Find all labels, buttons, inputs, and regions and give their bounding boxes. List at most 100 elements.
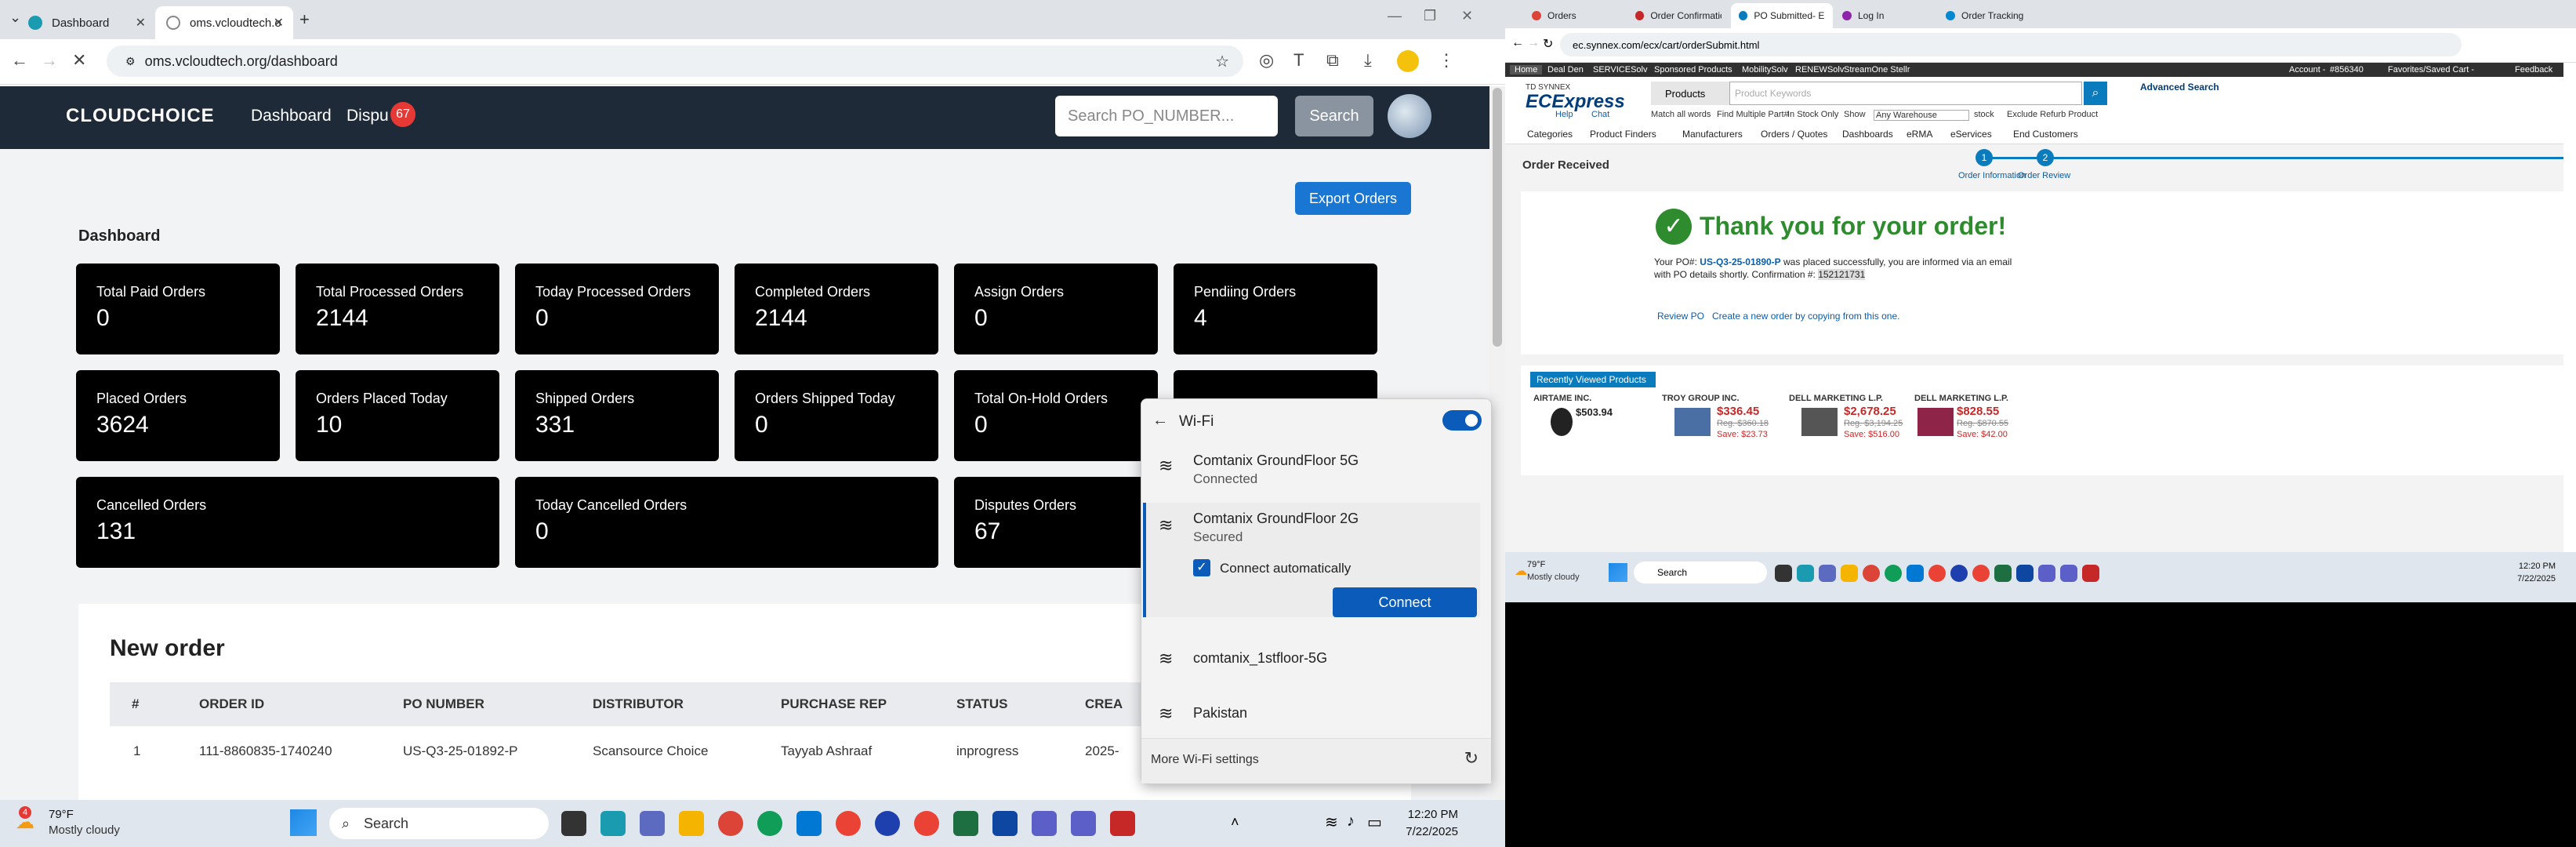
review-po-link[interactable]: Review PO: [1657, 311, 1704, 322]
teams-2-icon[interactable]: [2060, 565, 2077, 582]
back-arrow-icon[interactable]: ←: [1152, 412, 1168, 430]
topbar-mobilitysolv[interactable]: MobilitySolv: [1742, 65, 1788, 75]
nav-disputes[interactable]: Dispu: [346, 107, 389, 125]
ecexpress-logo[interactable]: ECExpress: [1526, 91, 1625, 113]
network-name[interactable]: Comtanix GroundFloor 2G: [1193, 511, 1359, 527]
more-wifi-settings-link[interactable]: More Wi-Fi settings: [1151, 753, 1259, 767]
topbar-account[interactable]: Account -: [2289, 65, 2325, 75]
chrome-profile-icon[interactable]: [1928, 565, 1946, 582]
stat-card-shipped[interactable]: Shipped Orders 331: [515, 370, 719, 461]
app-icon[interactable]: [1797, 565, 1814, 582]
po-search-input[interactable]: Search PO_NUMBER...: [1055, 96, 1278, 136]
export-orders-button[interactable]: Export Orders: [1295, 182, 1411, 215]
site-info-icon[interactable]: ⚙: [125, 55, 136, 68]
start-icon[interactable]: [1609, 563, 1627, 582]
tab-po-submitted[interactable]: PO Submitted- ECExpress -: [1731, 3, 1833, 28]
topbar-servicesolv[interactable]: SERVICESolv: [1593, 65, 1648, 75]
minimize-icon[interactable]: —: [1388, 8, 1402, 24]
nav-dashboard[interactable]: Dashboard: [251, 107, 332, 125]
search-category-select[interactable]: Products: [1651, 82, 1729, 105]
topbar-deal-den[interactable]: Deal Den: [1547, 65, 1584, 75]
weather-icon[interactable]: ☁: [1515, 563, 1527, 579]
stat-card-total-paid[interactable]: Total Paid Orders 0: [76, 264, 280, 354]
stat-card-total-processed[interactable]: Total Processed Orders 2144: [296, 264, 499, 354]
search-icon[interactable]: ⌕: [2084, 82, 2107, 105]
stat-card-shipped-today[interactable]: Orders Shipped Today 0: [735, 370, 938, 461]
excel-icon[interactable]: [1994, 565, 2012, 582]
extensions-puzzle-icon[interactable]: ⧉: [1326, 50, 1339, 71]
confirmation-number[interactable]: 152121731: [1818, 269, 1866, 280]
topbar-favorites[interactable]: Favorites/Saved Cart -: [2388, 65, 2474, 75]
product-search-input[interactable]: Product Keywords: [1729, 82, 2082, 105]
wifi-toggle[interactable]: [1442, 410, 1482, 431]
menu-orders-quotes[interactable]: Orders / Quotes: [1761, 129, 1827, 140]
stat-card-today-cancelled[interactable]: Today Cancelled Orders 0: [515, 477, 938, 568]
forward-icon[interactable]: →: [1527, 36, 1540, 50]
refresh-icon[interactable]: ↻: [1464, 748, 1478, 769]
product-image[interactable]: [1551, 408, 1573, 436]
topbar-renewsolv[interactable]: RENEWSolv: [1795, 65, 1844, 75]
tab-dashboard[interactable]: Dashboard ✕: [17, 6, 155, 39]
stat-card-cancelled[interactable]: Cancelled Orders 131: [76, 477, 499, 568]
network-name[interactable]: comtanix_1stfloor-5G: [1193, 650, 1327, 667]
url-field[interactable]: ec.synnex.com/ecx/cart/orderSubmit.html: [1560, 33, 2462, 56]
download-icon[interactable]: ⤓: [1364, 50, 1372, 71]
taskbar-time[interactable]: 12:20 PM: [2485, 562, 2556, 571]
stat-card-today-processed[interactable]: Today Processed Orders 0: [515, 264, 719, 354]
chat-link[interactable]: Chat: [1591, 110, 1609, 119]
new-tab-icon[interactable]: +: [299, 9, 310, 30]
menu-product-finders[interactable]: Product Finders: [1590, 129, 1656, 140]
topbar-streamone[interactable]: StreamOne Stellr: [1844, 65, 1910, 75]
teams-2-icon[interactable]: [1071, 811, 1096, 836]
help-link[interactable]: Help: [1555, 110, 1573, 119]
cloudchoice-logo[interactable]: CLOUDCHOICE: [66, 105, 215, 127]
product-image[interactable]: [1917, 408, 1954, 436]
app-icon[interactable]: [600, 811, 626, 836]
menu-dashboards[interactable]: Dashboards: [1842, 129, 1893, 140]
volume-icon[interactable]: ♪: [1347, 812, 1355, 831]
scrollbar-thumb[interactable]: [1493, 88, 1502, 347]
wifi-tray-icon[interactable]: ≋: [1325, 812, 1338, 832]
taskbar-search[interactable]: Search ⌕: [329, 808, 549, 839]
tab-order-tracking[interactable]: Order Tracking: [1938, 3, 2040, 28]
url-field[interactable]: ⚙ oms.vcloudtech.org/dashboard ☆: [107, 45, 1243, 77]
exclude-refurb-checkbox[interactable]: Exclude Refurb Product: [2007, 110, 2098, 119]
chrome-icon[interactable]: [718, 811, 743, 836]
stat-card-placed[interactable]: Placed Orders 3624: [76, 370, 280, 461]
stat-card-pending[interactable]: Pendiing Orders 4: [1174, 264, 1377, 354]
remote-desktop-icon[interactable]: [2016, 565, 2034, 582]
chrome-profile-2-icon[interactable]: [914, 811, 939, 836]
zoom-icon[interactable]: [1950, 565, 1968, 582]
extension-icon[interactable]: ◎: [1259, 50, 1274, 71]
advanced-search-link[interactable]: Advanced Search: [2113, 80, 2223, 107]
connect-automatically-checkbox[interactable]: ✓: [1193, 559, 1210, 576]
task-view-icon[interactable]: [561, 811, 586, 836]
edge-icon[interactable]: [1885, 565, 1902, 582]
excel-icon[interactable]: [953, 811, 978, 836]
match-all-words-radio[interactable]: Match all words: [1651, 110, 1711, 119]
create-new-order-link[interactable]: Create a new order by copying from this …: [1712, 311, 1899, 322]
warehouse-select[interactable]: Any Warehouse: [1874, 110, 1969, 121]
taskbar-search[interactable]: Search: [1634, 562, 1767, 583]
start-icon[interactable]: [290, 809, 317, 836]
teams-icon[interactable]: [1032, 811, 1057, 836]
kebab-menu-icon[interactable]: ⋮: [1438, 50, 1455, 71]
tray-chevron-icon[interactable]: ˄: [1231, 814, 1239, 831]
teams-icon[interactable]: [2038, 565, 2055, 582]
zoom-icon[interactable]: [875, 811, 900, 836]
network-name[interactable]: Pakistan: [1193, 705, 1247, 722]
tab-login[interactable]: Log In: [1834, 3, 1936, 28]
bookmark-star-icon[interactable]: ☆: [1215, 52, 1229, 71]
task-view-icon[interactable]: [1775, 565, 1792, 582]
stat-card-on-hold[interactable]: Total On-Hold Orders 0: [954, 370, 1158, 461]
topbar-home[interactable]: Home: [1510, 65, 1543, 75]
file-explorer-icon[interactable]: [1841, 565, 1858, 582]
calculator-icon[interactable]: [640, 811, 665, 836]
stat-card-completed[interactable]: Completed Orders 2144: [735, 264, 938, 354]
restore-icon[interactable]: ❐: [1424, 8, 1436, 24]
taskbar-date[interactable]: 7/22/2025: [2485, 574, 2556, 583]
topbar-feedback[interactable]: Feedback: [2515, 65, 2552, 75]
tab-orders[interactable]: Orders: [1524, 3, 1626, 28]
pdf-reader-icon[interactable]: [1110, 811, 1135, 836]
product-image[interactable]: [1674, 408, 1711, 436]
